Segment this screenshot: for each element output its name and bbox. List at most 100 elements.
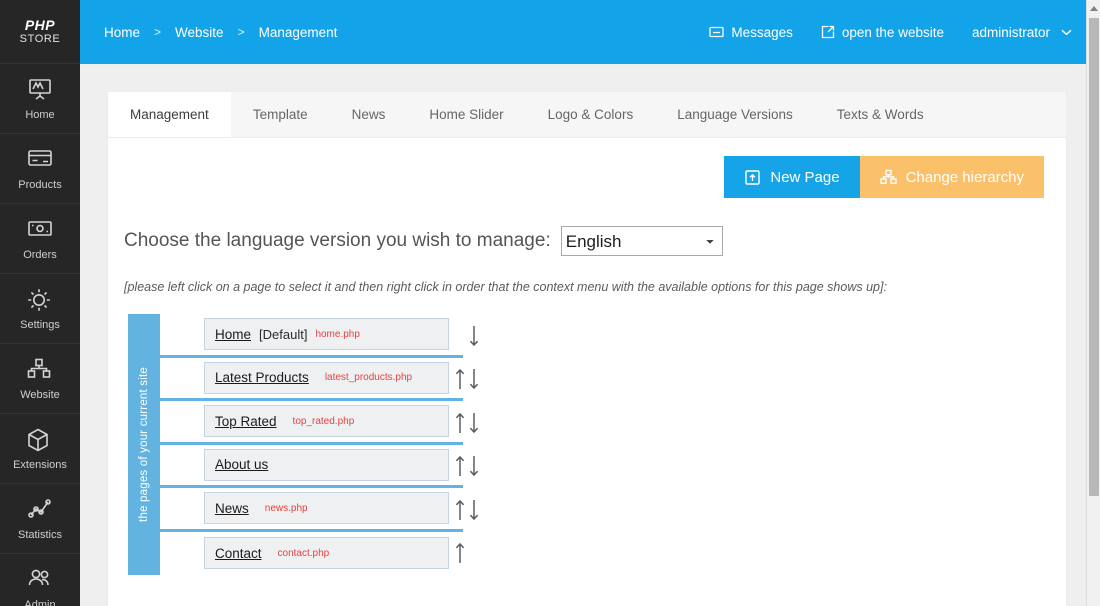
sidebar-item-products[interactable]: Products [0,134,80,204]
sidebar-item-label: Admin [24,599,55,606]
page-file: news.php [265,503,308,514]
message-icon [709,26,724,39]
tab-news[interactable]: News [330,92,408,137]
page-name: About us [215,457,268,472]
change-hierarchy-button[interactable]: Change hierarchy [860,156,1044,198]
page-item-home[interactable]: Home [Default] home.php [204,318,449,350]
tab-management[interactable]: Management [108,92,231,137]
sitemap-icon [26,357,54,383]
sidebar: PHP STORE Home Products [0,0,80,606]
move-down-icon[interactable] [469,498,479,522]
new-page-label: New Page [770,169,839,186]
top-navbar: Home > Website > Management Messages [80,0,1086,64]
money-icon [26,217,54,243]
instructions-text: [please left click on a page to select i… [108,256,1066,294]
change-hierarchy-label: Change hierarchy [906,169,1024,186]
account-menu[interactable]: administrator [972,25,1072,40]
page-item-latest-products[interactable]: Latest Products latest_products.php [204,362,449,394]
breadcrumb: Home > Website > Management [104,25,337,40]
page-scrollbar[interactable] [1086,0,1100,606]
table-row: Home [Default] home.php [160,314,463,358]
tab-logo-colors[interactable]: Logo & Colors [526,92,656,137]
reorder-row [443,358,503,402]
table-row: News news.php [160,488,463,532]
page-tree-rail: the pages of your current site [128,314,160,575]
breadcrumb-item-home[interactable]: Home [104,25,140,40]
sidebar-item-orders[interactable]: Orders [0,204,80,274]
brand-logo[interactable]: PHP STORE [0,0,80,64]
move-up-icon[interactable] [455,541,465,565]
cube-icon [26,427,54,453]
scrollbar-thumb[interactable] [1089,18,1099,496]
action-buttons: New Page Change hierarchy [108,138,1066,198]
move-down-icon[interactable] [469,324,479,348]
page-name: Latest Products [215,370,309,385]
brand-line-1: PHP [25,18,55,34]
tab-template[interactable]: Template [231,92,330,137]
move-up-icon[interactable] [455,498,465,522]
page-file: contact.php [278,548,330,559]
messages-button[interactable]: Messages [709,25,793,40]
move-down-icon[interactable] [469,367,479,391]
breadcrumb-separator: > [238,25,245,39]
language-selector-row: Choose the language version you wish to … [108,198,1066,256]
sidebar-item-label: Website [20,389,60,401]
tab-language-versions[interactable]: Language Versions [655,92,815,137]
move-down-icon[interactable] [469,454,479,478]
reorder-row [443,488,503,532]
page-item-contact[interactable]: Contact contact.php [204,537,449,569]
page-item-news[interactable]: News news.php [204,492,449,524]
table-row: Top Rated top_rated.php [160,401,463,445]
reorder-arrows [443,314,503,575]
tab-texts-words[interactable]: Texts & Words [815,92,946,137]
page-name: Home [215,327,251,342]
page-tree-rows: Home [Default] home.php Latest Products … [160,314,463,575]
tab-bar: Management Template News Home Slider Log… [108,92,1066,138]
page-file: top_rated.php [293,416,355,427]
page-tree-wrapper: the pages of your current site Home [Def… [108,314,1066,575]
sidebar-item-label: Products [18,179,61,191]
language-select[interactable]: English [561,226,723,256]
move-up-icon[interactable] [455,411,465,435]
page-file: home.php [315,329,359,340]
users-icon [26,567,54,593]
main-area: Home > Website > Management Messages [80,0,1100,606]
sidebar-item-extensions[interactable]: Extensions [0,414,80,484]
page-item-top-rated[interactable]: Top Rated top_rated.php [204,405,449,437]
hierarchy-icon [880,169,897,185]
management-card: Management Template News Home Slider Log… [108,92,1066,606]
page-file: latest_products.php [325,372,412,383]
open-website-button[interactable]: open the website [821,25,944,40]
sidebar-item-label: Home [25,109,54,121]
page-tree-rail-label: the pages of your current site [138,367,150,522]
sidebar-item-settings[interactable]: Settings [0,274,80,344]
table-row: Contact contact.php [160,532,463,576]
new-page-button[interactable]: New Page [724,156,859,198]
external-link-icon [821,25,835,39]
breadcrumb-item-management[interactable]: Management [259,25,338,40]
sidebar-item-label: Extensions [13,459,67,471]
sidebar-item-label: Orders [23,249,57,261]
open-website-label: open the website [842,25,944,40]
breadcrumb-item-website[interactable]: Website [175,25,224,40]
sidebar-item-home[interactable]: Home [0,64,80,134]
move-up-icon[interactable] [455,454,465,478]
page-item-about-us[interactable]: About us [204,449,449,481]
reorder-row [443,401,503,445]
scrollbar-up-arrow[interactable] [1087,0,1100,16]
sidebar-item-admin[interactable]: Admin [0,554,80,606]
sidebar-item-label: Statistics [18,529,62,541]
sidebar-item-statistics[interactable]: Statistics [0,484,80,554]
presentation-icon [26,77,54,103]
account-label: administrator [972,25,1050,40]
reorder-row [443,445,503,489]
page-tree: the pages of your current site Home [Def… [128,314,463,575]
top-navbar-right: Messages open the website administrator [709,25,1072,40]
sidebar-item-website[interactable]: Website [0,344,80,414]
tab-home-slider[interactable]: Home Slider [407,92,525,137]
card-icon [26,147,54,173]
move-up-icon[interactable] [455,367,465,391]
page-name: Contact [215,546,262,561]
move-down-icon[interactable] [469,411,479,435]
page-name: News [215,501,249,516]
